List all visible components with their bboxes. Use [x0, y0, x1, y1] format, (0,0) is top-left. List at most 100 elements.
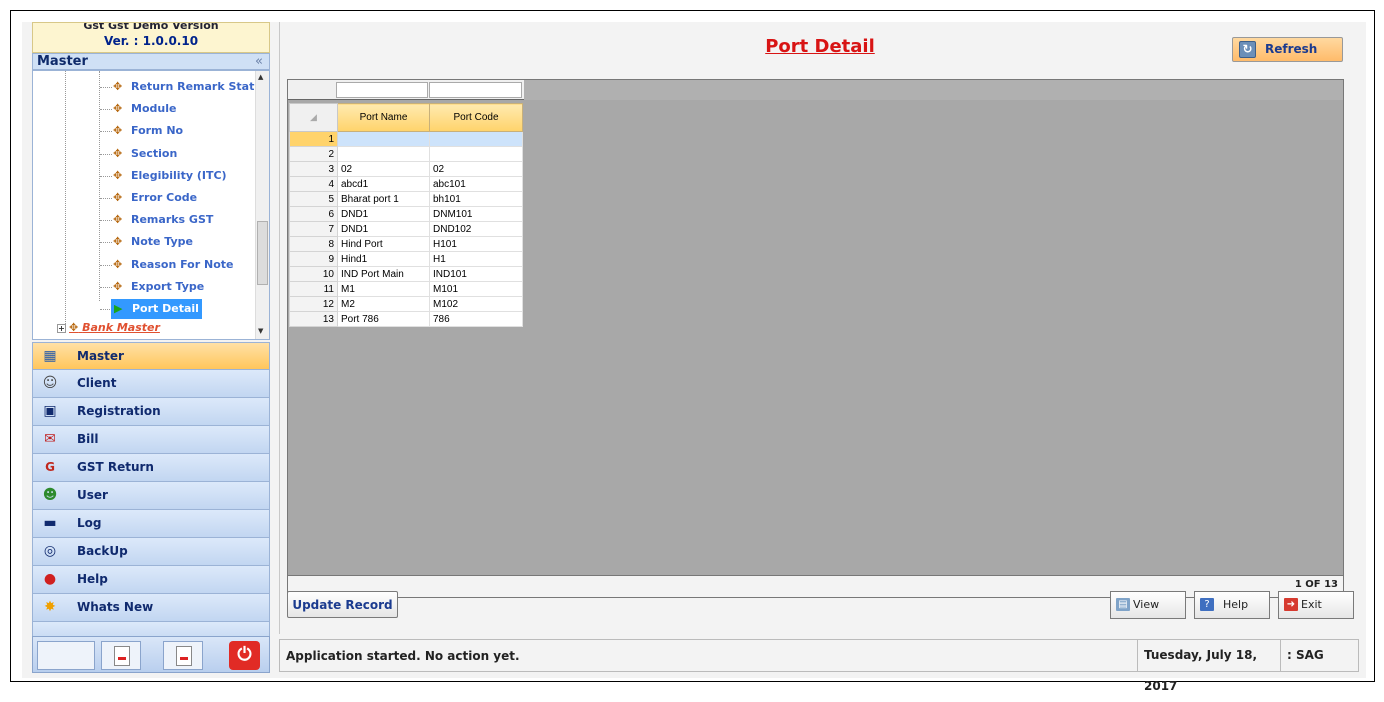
table-row[interactable]: 5 Bharat port 1 bh101	[289, 191, 523, 207]
nav-client[interactable]: ☺ Client	[32, 370, 270, 398]
scroll-down-icon[interactable]: ▼	[258, 327, 263, 335]
scroll-up-icon[interactable]: ▲	[258, 73, 263, 81]
tree-item[interactable]: ✥ Section	[113, 144, 177, 164]
nav-log[interactable]: ▬ Log	[32, 510, 270, 538]
table-row[interactable]: 6 DND1 DNM101	[289, 206, 523, 222]
tree-item-label: Reason For Note	[131, 257, 234, 271]
tree-item[interactable]: ✥ Error Code	[113, 188, 197, 208]
table-row[interactable]: 11 M1 M101	[289, 281, 523, 297]
tree-item[interactable]: ✥ Remarks GST	[113, 210, 213, 230]
version-box: Gst Gst Demo Version Ver. : 1.0.0.10	[32, 22, 270, 53]
port-code-cell[interactable]	[429, 146, 523, 162]
column-header-port-name[interactable]: Port Name	[337, 103, 430, 132]
nav-backup[interactable]: ◎ BackUp	[32, 538, 270, 566]
port-name-cell[interactable]	[337, 146, 430, 162]
tree-item[interactable]: ▶ Port Detail	[111, 299, 202, 319]
toolbox-blank-button[interactable]	[37, 641, 95, 670]
tree-item[interactable]: ✥ Note Type	[113, 232, 193, 252]
table-row[interactable]: 1	[289, 131, 523, 147]
nav-gst-return[interactable]: G GST Return	[32, 454, 270, 482]
tree-item[interactable]: ✥ Form No	[113, 121, 183, 141]
grid-area: ◢ Port Name Port Code 1 2 3 02 02 4 abcd1 abc10…	[287, 79, 1344, 576]
tree-line	[100, 198, 112, 199]
table-row[interactable]: 12 M2 M102	[289, 296, 523, 312]
tree-item[interactable]: ✥ Export Type	[113, 277, 204, 297]
page-title: Port Detail	[765, 36, 875, 57]
port-name-cell[interactable]: IND Port Main	[337, 266, 430, 282]
port-code-cell[interactable]: abc101	[429, 176, 523, 192]
collapse-icon[interactable]: «	[255, 54, 263, 69]
port-name-cell[interactable]: Bharat port 1	[337, 191, 430, 207]
table-row[interactable]: 4 abcd1 abc101	[289, 176, 523, 192]
table-row[interactable]: 3 02 02	[289, 161, 523, 177]
master-panel-header: Master «	[32, 53, 270, 70]
refresh-button[interactable]: ↻ Refresh	[1232, 37, 1343, 62]
toolbox-doc-button-2[interactable]	[163, 641, 203, 670]
port-code-cell[interactable]: 786	[429, 311, 523, 327]
filter-port-name[interactable]	[336, 82, 428, 98]
view-icon: ▤	[1116, 598, 1130, 611]
port-name-cell[interactable]	[337, 131, 430, 147]
registration-icon: ▣	[43, 403, 57, 419]
table-row[interactable]: 2	[289, 146, 523, 162]
nav-label: Log	[77, 516, 102, 530]
port-name-cell[interactable]: abcd1	[337, 176, 430, 192]
nav-master[interactable]: ▦ Master	[32, 342, 270, 370]
help-button[interactable]: ? Help	[1194, 591, 1270, 619]
row-number: 10	[289, 266, 338, 282]
power-button[interactable]: ⏻	[229, 641, 260, 670]
row-number: 5	[289, 191, 338, 207]
port-code-cell[interactable]: M102	[429, 296, 523, 312]
port-name-cell[interactable]: DND1	[337, 221, 430, 237]
port-name-cell[interactable]: 02	[337, 161, 430, 177]
view-button[interactable]: ▤ View	[1110, 591, 1186, 619]
table-row[interactable]: 8 Hind Port H101	[289, 236, 523, 252]
port-name-cell[interactable]: Port 786	[337, 311, 430, 327]
port-code-cell[interactable]: bh101	[429, 191, 523, 207]
status-date: Tuesday, July 18, 2017	[1137, 640, 1280, 693]
port-code-cell[interactable]: IND101	[429, 266, 523, 282]
port-code-cell[interactable]: 02	[429, 161, 523, 177]
port-name-cell[interactable]: Hind Port	[337, 236, 430, 252]
port-code-cell[interactable]: H101	[429, 236, 523, 252]
port-code-cell[interactable]: H1	[429, 251, 523, 267]
master-tree: ✥ Return Remark Status ✥ Module ✥ Form No ✥ Sec…	[32, 70, 270, 340]
tree-line	[65, 71, 66, 326]
nav-help[interactable]: ● Help	[32, 566, 270, 594]
scroll-thumb[interactable]	[257, 221, 268, 285]
column-header-port-code[interactable]: Port Code	[429, 103, 523, 132]
status-message: Application started. No action yet.	[286, 649, 520, 663]
tree-item[interactable]: ✥ Module	[113, 99, 176, 119]
table-row[interactable]: 9 Hind1 H1	[289, 251, 523, 267]
table-row[interactable]: 13 Port 786 786	[289, 311, 523, 327]
filter-port-code[interactable]	[429, 82, 522, 98]
port-name-cell[interactable]: Hind1	[337, 251, 430, 267]
tree-item[interactable]: ✥ Elegibility (ITC)	[113, 166, 227, 186]
table-row[interactable]: 10 IND Port Main IND101	[289, 266, 523, 282]
port-code-cell[interactable]: M101	[429, 281, 523, 297]
nav-user[interactable]: ☻ User	[32, 482, 270, 510]
toolbox-doc-button[interactable]	[101, 641, 141, 670]
nav-registration[interactable]: ▣ Registration	[32, 398, 270, 426]
select-all-corner[interactable]: ◢	[289, 103, 338, 132]
refresh-label: Refresh	[1265, 42, 1318, 56]
port-code-cell[interactable]	[429, 131, 523, 147]
tree-item[interactable]: ✥ Reason For Note	[113, 255, 233, 275]
exit-button[interactable]: ➜ Exit	[1278, 591, 1354, 619]
tree-scrollbar[interactable]: ▲ ▼	[255, 71, 269, 339]
tree-item[interactable]: ✥ Return Remark Status	[113, 77, 269, 97]
expand-icon[interactable]: +	[57, 324, 66, 333]
exit-icon: ➜	[1284, 598, 1298, 611]
port-code-cell[interactable]: DNM101	[429, 206, 523, 222]
nav-bill[interactable]: ✉ Bill	[32, 426, 270, 454]
port-code-cell[interactable]: DND102	[429, 221, 523, 237]
table-row[interactable]: 7 DND1 DND102	[289, 221, 523, 237]
port-name-cell[interactable]: M2	[337, 296, 430, 312]
port-name-cell[interactable]: M1	[337, 281, 430, 297]
tree-item-label: Elegibility (ITC)	[131, 168, 227, 182]
filter-row-empty	[524, 80, 1343, 100]
port-name-cell[interactable]: DND1	[337, 206, 430, 222]
nav-whats-new[interactable]: ✸ Whats New	[32, 594, 270, 622]
update-record-button[interactable]: Update Record	[287, 591, 398, 618]
tree-item-bank-master[interactable]: + ✥ Bank Master	[57, 321, 160, 334]
